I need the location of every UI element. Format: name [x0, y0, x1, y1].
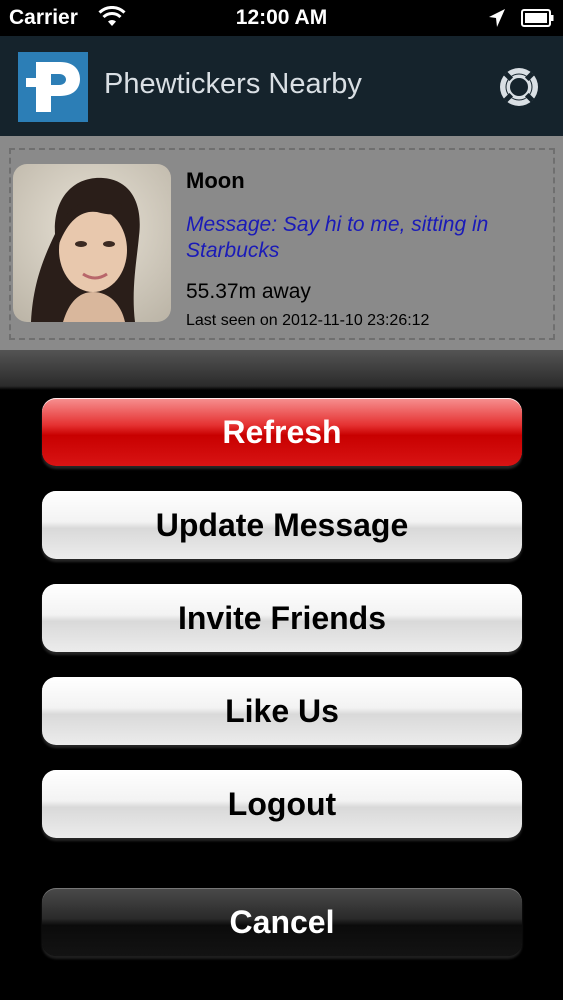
like-us-button[interactable]: Like Us — [42, 677, 522, 745]
lifebuoy-icon[interactable] — [498, 66, 540, 108]
cancel-button[interactable]: Cancel — [42, 888, 522, 956]
nearby-list: Moon Message: Say hi to me, sitting in S… — [0, 136, 563, 350]
user-name: Moon — [186, 168, 245, 193]
location-arrow-icon — [489, 9, 505, 27]
invite-friends-button[interactable]: Invite Friends — [42, 584, 522, 652]
status-bar: Carrier 12:00 AM — [0, 0, 563, 36]
user-card[interactable]: Moon Message: Say hi to me, sitting in S… — [9, 148, 555, 340]
avatar — [13, 164, 171, 322]
update-message-button[interactable]: Update Message — [42, 491, 522, 559]
logout-button[interactable]: Logout — [42, 770, 522, 838]
action-sheet: Refresh Update Message Invite Friends Li… — [0, 350, 563, 1000]
navigation-bar: Phewtickers Nearby — [0, 36, 563, 136]
clock-time: 12:00 AM — [235, 6, 328, 29]
refresh-button[interactable]: Refresh — [42, 398, 522, 466]
user-message: Message: Say hi to me, sitting in Starbu… — [186, 213, 489, 262]
page-title: Phewtickers Nearby — [104, 68, 362, 100]
last-seen-timestamp: Last seen on 2012-11-10 23:26:12 — [186, 312, 430, 329]
user-distance: 55.37m away — [186, 280, 311, 303]
battery-icon — [521, 9, 554, 27]
phewtickers-p-logo-icon — [18, 52, 88, 122]
